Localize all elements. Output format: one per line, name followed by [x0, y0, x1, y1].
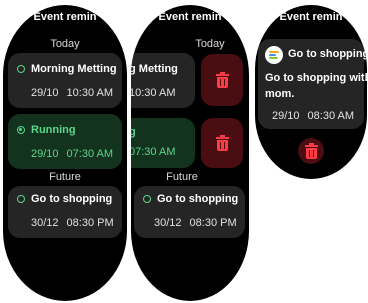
- detail-description-line2: mom.: [265, 88, 295, 100]
- event-time: 07:30 AM: [66, 148, 114, 160]
- event-date: 29/10: [31, 87, 59, 99]
- event-card-swiped-active[interactable]: g 07:30 AM: [131, 118, 195, 168]
- detail-description-line1: Go to shopping with: [265, 72, 367, 84]
- radio-icon[interactable]: [17, 126, 25, 134]
- event-date: 30/12: [31, 217, 59, 229]
- detail-datetime: 29/10 08:30 AM: [272, 110, 354, 122]
- event-time: 08:30 PM: [189, 217, 237, 229]
- event-title: Morning Metting: [31, 63, 117, 75]
- delete-button[interactable]: [201, 54, 243, 106]
- section-today: Today: [195, 38, 225, 50]
- trash-icon: [215, 134, 229, 151]
- event-time: 10:30 AM: [66, 87, 114, 99]
- section-today: Today: [50, 38, 80, 50]
- watch-screen-swiped: Event remin Today g Metting 10:30 AM g 0…: [131, 5, 249, 301]
- app-title: Event remin: [33, 11, 97, 23]
- trash-icon: [304, 142, 318, 159]
- event-time: 10:30 AM: [131, 87, 176, 99]
- app-title: Event remin: [279, 11, 343, 23]
- radio-icon[interactable]: [17, 65, 25, 73]
- section-future: Future: [166, 171, 198, 183]
- event-title: Running: [31, 124, 76, 136]
- radio-icon[interactable]: [143, 195, 151, 203]
- event-title: g: [131, 126, 136, 138]
- event-datetime: 29/10 07:30 AM: [31, 148, 113, 160]
- event-time: 07:30 AM: [131, 146, 176, 158]
- event-card-shopping[interactable]: Go to shopping 30/12 08:30 PM: [8, 186, 122, 238]
- event-detail-card: Go to shopping Go to shopping with mom. …: [258, 39, 367, 129]
- event-date: 30/12: [154, 217, 182, 229]
- event-card-shopping[interactable]: Go to shopping 30/12 08:30 PM: [134, 186, 245, 238]
- detail-date: 29/10: [272, 110, 300, 122]
- event-title: Go to shopping: [31, 193, 113, 205]
- watch-screen-list: Event remin Today Morning Metting 29/10 1…: [3, 5, 127, 301]
- trash-icon: [215, 71, 229, 88]
- delete-button[interactable]: [298, 138, 324, 164]
- event-title: g Metting: [131, 63, 178, 75]
- event-datetime: 29/10 10:30 AM: [31, 87, 113, 99]
- event-card-running[interactable]: Running 29/10 07:30 AM: [8, 114, 122, 169]
- event-title: Go to shopping: [157, 193, 239, 205]
- event-datetime: 30/12 08:30 PM: [31, 217, 114, 229]
- event-datetime: 30/12 08:30 PM: [154, 217, 237, 229]
- event-date: 29/10: [31, 148, 59, 160]
- delete-button[interactable]: [201, 118, 243, 168]
- radio-icon[interactable]: [17, 195, 25, 203]
- event-card-morning-meeting[interactable]: Morning Metting 29/10 10:30 AM: [8, 53, 122, 108]
- detail-time: 08:30 AM: [307, 110, 355, 122]
- watch-screen-detail: Event remin Go to shopping Go to shoppin…: [255, 5, 367, 179]
- event-time: 08:30 PM: [66, 217, 114, 229]
- detail-title: Go to shopping: [288, 48, 367, 60]
- section-future: Future: [49, 171, 81, 183]
- event-card-swiped[interactable]: g Metting 10:30 AM: [131, 53, 195, 108]
- app-icon: [265, 46, 283, 64]
- app-title: Event remin: [158, 11, 222, 23]
